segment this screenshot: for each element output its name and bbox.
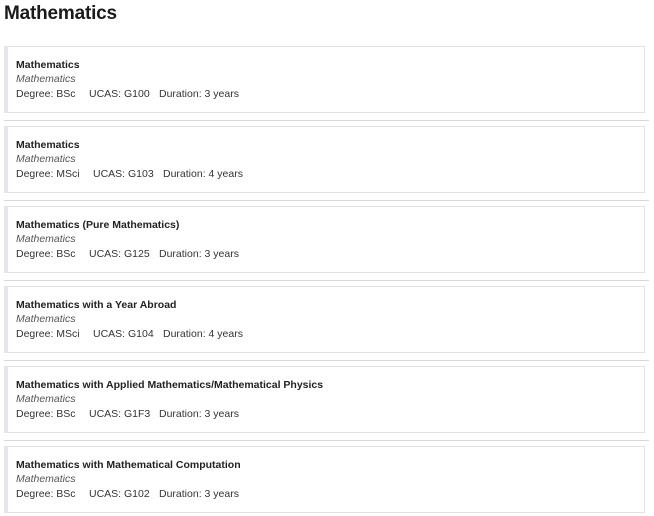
course-card[interactable]: Mathematics with a Year Abroad Mathemati… <box>4 286 645 353</box>
divider <box>4 120 649 121</box>
ucas-code: UCAS: G103 <box>93 168 154 180</box>
course-subject: Mathematics <box>16 233 76 245</box>
course-card[interactable]: Mathematics with Applied Mathematics/Mat… <box>4 366 645 433</box>
course-title[interactable]: Mathematics (Pure Mathematics) <box>16 218 644 232</box>
course-card[interactable]: Mathematics Mathematics Degree: MSci UCAS… <box>4 126 645 193</box>
degree-value: Degree: MSci <box>16 168 80 180</box>
duration-value: Duration: 3 years <box>159 88 239 100</box>
duration-value: Duration: 3 years <box>159 248 239 260</box>
course-card[interactable]: Mathematics with Mathematical Computatio… <box>4 446 645 513</box>
ucas-code: UCAS: G100 <box>89 88 150 100</box>
divider <box>4 360 649 361</box>
divider <box>4 440 649 441</box>
course-title[interactable]: Mathematics <box>16 58 644 72</box>
page-title: Mathematics <box>4 3 117 24</box>
duration-value: Duration: 3 years <box>159 408 239 420</box>
course-meta: Degree: BSc UCAS: G100 Duration: 3 years <box>16 86 644 102</box>
course-subject: Mathematics <box>16 313 76 325</box>
ucas-code: UCAS: G102 <box>89 488 150 500</box>
duration-value: Duration: 4 years <box>163 168 243 180</box>
degree-value: Degree: BSc <box>16 408 76 420</box>
course-list: Mathematics Mathematics Degree: BSc UCAS:… <box>4 46 649 513</box>
course-meta: Degree: MSci UCAS: G103 Duration: 4 years <box>16 166 644 182</box>
course-subject: Mathematics <box>16 73 76 85</box>
degree-value: Degree: MSci <box>16 328 80 340</box>
ucas-code: UCAS: G1F3 <box>89 408 151 420</box>
course-title[interactable]: Mathematics with Mathematical Computatio… <box>16 458 644 472</box>
divider <box>4 280 649 281</box>
ucas-code: UCAS: G104 <box>93 328 154 340</box>
degree-value: Degree: BSc <box>16 488 76 500</box>
course-subject: Mathematics <box>16 153 76 165</box>
course-title[interactable]: Mathematics <box>16 138 644 152</box>
degree-value: Degree: BSc <box>16 248 76 260</box>
course-meta: Degree: BSc UCAS: G1F3 Duration: 3 years <box>16 406 644 422</box>
ucas-code: UCAS: G125 <box>89 248 150 260</box>
course-subject: Mathematics <box>16 473 76 485</box>
course-meta: Degree: MSci UCAS: G104 Duration: 4 years <box>16 326 644 342</box>
course-title[interactable]: Mathematics with Applied Mathematics/Mat… <box>16 378 644 392</box>
course-subject: Mathematics <box>16 393 76 405</box>
course-meta: Degree: BSc UCAS: G125 Duration: 3 years <box>16 246 644 262</box>
degree-value: Degree: BSc <box>16 88 76 100</box>
duration-value: Duration: 3 years <box>159 488 239 500</box>
course-title[interactable]: Mathematics with a Year Abroad <box>16 298 644 312</box>
course-meta: Degree: BSc UCAS: G102 Duration: 3 years <box>16 486 644 502</box>
course-card[interactable]: Mathematics (Pure Mathematics) Mathemati… <box>4 206 645 273</box>
duration-value: Duration: 4 years <box>163 328 243 340</box>
divider <box>4 200 649 201</box>
course-card[interactable]: Mathematics Mathematics Degree: BSc UCAS:… <box>4 46 645 113</box>
